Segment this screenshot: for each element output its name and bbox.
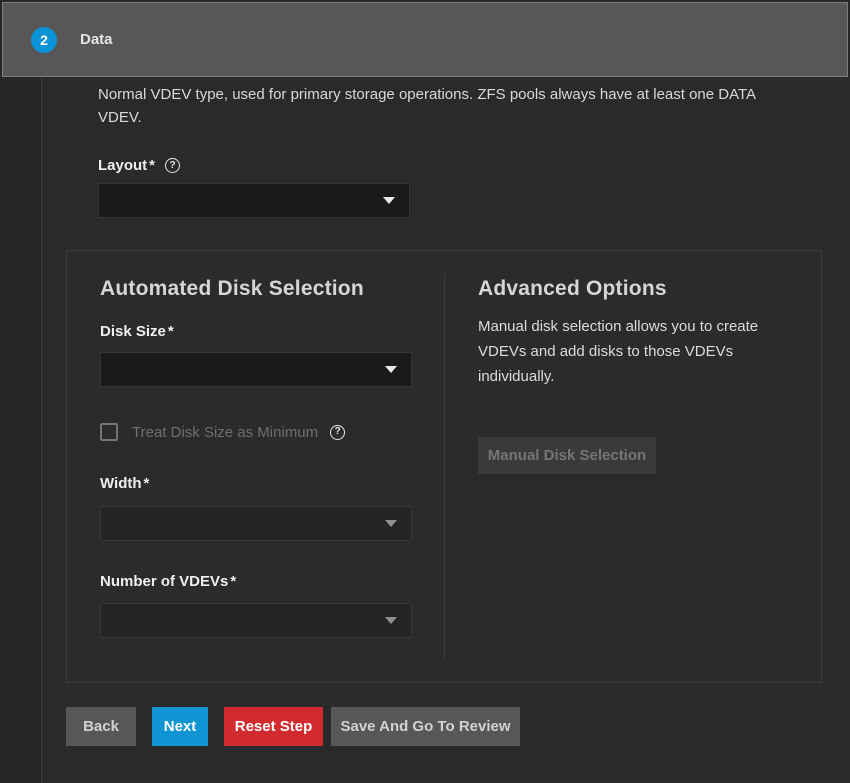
treat-min-checkbox-row: Treat Disk Size as Minimum ? <box>100 423 345 441</box>
treat-min-help-icon[interactable]: ? <box>330 425 345 440</box>
treat-min-label: Treat Disk Size as Minimum <box>132 424 318 441</box>
required-marker: * <box>144 475 150 492</box>
required-marker: * <box>149 157 155 174</box>
reset-step-button[interactable]: Reset Step <box>224 707 323 746</box>
chevron-down-icon <box>385 617 397 624</box>
step-header[interactable]: 2 Data <box>2 2 848 77</box>
treat-min-checkbox[interactable] <box>100 423 118 441</box>
vdev-count-select[interactable] <box>100 603 412 638</box>
panel-column-divider <box>444 274 445 659</box>
layout-help-icon[interactable]: ? <box>165 158 180 173</box>
save-and-go-to-review-button[interactable]: Save And Go To Review <box>331 707 520 746</box>
disk-size-label-row: Disk Size* <box>100 323 174 340</box>
vdev-description-text: Normal VDEV type, used for primary stora… <box>98 83 790 129</box>
chevron-down-icon <box>385 520 397 527</box>
manual-disk-selection-button[interactable]: Manual Disk Selection <box>478 437 656 474</box>
step-number-badge: 2 <box>31 27 57 53</box>
advanced-section-title: Advanced Options <box>478 277 667 301</box>
width-select[interactable] <box>100 506 412 541</box>
required-marker: * <box>230 573 236 590</box>
step-title: Data <box>80 31 113 48</box>
automated-section-title: Automated Disk Selection <box>100 277 364 301</box>
step-number: 2 <box>40 32 48 48</box>
required-marker: * <box>168 323 174 340</box>
disk-selection-panel: Automated Disk Selection Disk Size* Trea… <box>66 250 822 683</box>
next-button[interactable]: Next <box>152 707 208 746</box>
vdev-count-label: Number of VDEVs* <box>100 573 236 590</box>
stepper-connector-line <box>41 77 42 783</box>
advanced-description: Manual disk selection allows you to crea… <box>478 314 790 389</box>
layout-label-row: Layout* ? <box>98 157 180 174</box>
disk-size-label: Disk Size* <box>100 323 174 340</box>
chevron-down-icon <box>383 197 395 204</box>
chevron-down-icon <box>385 366 397 373</box>
wizard-step-data: 2 Data Normal VDEV type, used for primar… <box>0 0 850 783</box>
back-button[interactable]: Back <box>66 707 136 746</box>
vdev-count-label-row: Number of VDEVs* <box>100 573 236 590</box>
width-label: Width* <box>100 475 149 492</box>
width-label-row: Width* <box>100 475 149 492</box>
layout-label: Layout* <box>98 157 155 174</box>
disk-size-select[interactable] <box>100 352 412 387</box>
layout-select[interactable] <box>98 183 410 218</box>
